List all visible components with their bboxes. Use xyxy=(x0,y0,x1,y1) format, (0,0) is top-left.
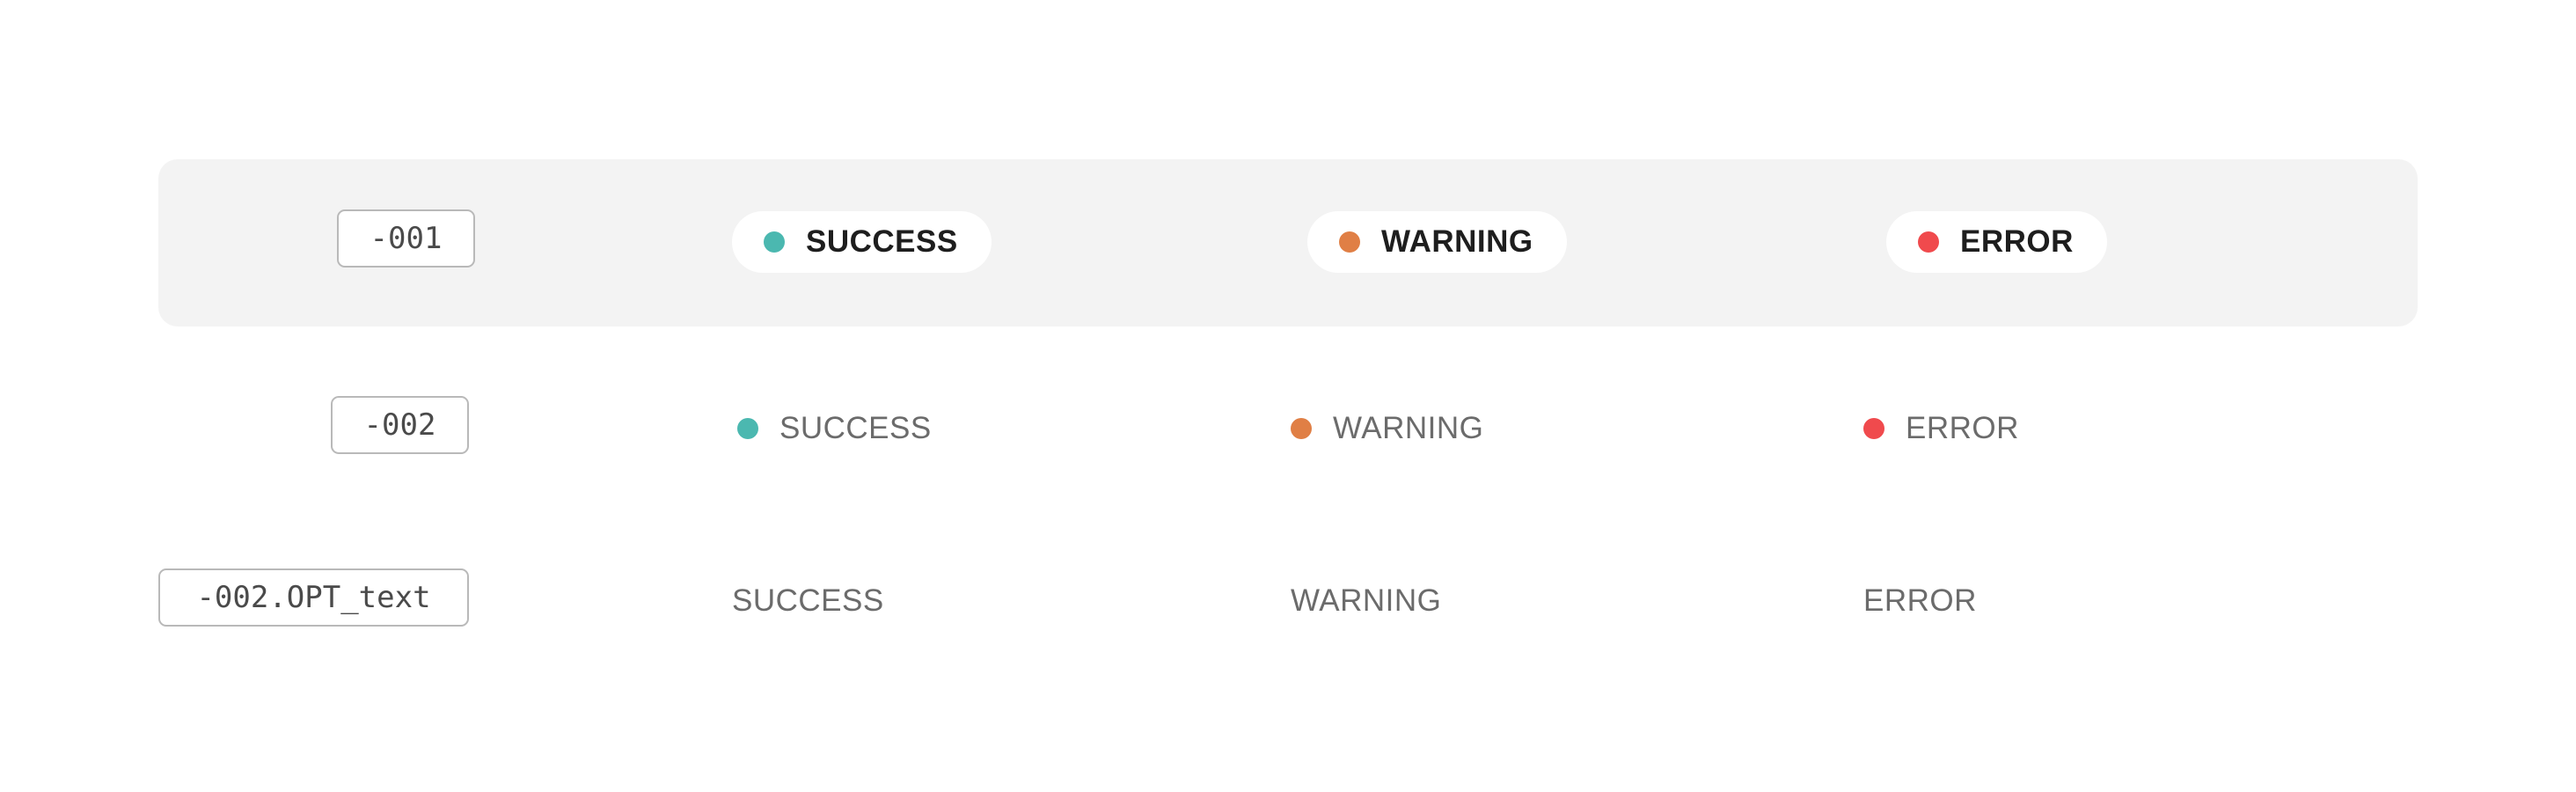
warning-dot-icon xyxy=(1339,231,1360,253)
status-badge-success: SUCCESS xyxy=(732,211,992,273)
variant-code-label: -002.OPT_text xyxy=(158,568,469,627)
variant-row-002: -002 SUCCESS WARNING ERROR xyxy=(0,392,2576,463)
variant-code-label: -001 xyxy=(337,209,475,268)
status-indicator-error: ERROR xyxy=(1863,398,2019,459)
warning-dot-icon xyxy=(1291,418,1312,439)
status-indicator-label: ERROR xyxy=(1906,411,2019,445)
status-badge-label: ERROR xyxy=(1960,224,2074,259)
variant-code-label: -002 xyxy=(331,396,469,454)
status-indicator-warning: WARNING xyxy=(1291,398,1483,459)
variant-row-002-opt-text: -002.OPT_text SUCCESS WARNING ERROR xyxy=(0,565,2576,635)
status-indicator-label: WARNING xyxy=(1333,411,1484,445)
error-dot-icon xyxy=(1918,231,1939,253)
status-text-warning: WARNING xyxy=(1291,583,1442,618)
success-dot-icon xyxy=(764,231,785,253)
status-badge-label: WARNING xyxy=(1381,224,1533,259)
success-dot-icon xyxy=(737,418,758,439)
error-dot-icon xyxy=(1863,418,1884,439)
status-badge-error: ERROR xyxy=(1886,211,2107,273)
status-text-success: SUCCESS xyxy=(732,583,884,618)
status-badge-label: SUCCESS xyxy=(806,224,958,259)
status-badge-warning: WARNING xyxy=(1307,211,1567,273)
variant-row-001: -001 SUCCESS WARNING ERROR xyxy=(0,206,2576,276)
status-text-error: ERROR xyxy=(1863,583,1977,618)
status-indicator-success: SUCCESS xyxy=(737,398,932,459)
status-indicator-label: SUCCESS xyxy=(779,411,932,445)
